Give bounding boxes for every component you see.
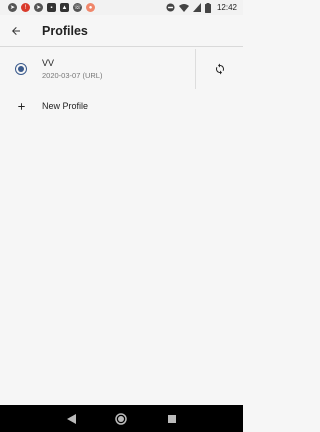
status-clock: 12:42	[216, 3, 237, 12]
profile-subtitle: 2020-03-07 (URL)	[42, 71, 103, 80]
plus-icon-wrap	[0, 92, 42, 120]
square-app-icon: ▪	[47, 3, 56, 12]
status-bar: ➤ ! ➤ ▪ ▲ ☏ ● 12:42	[0, 0, 243, 15]
radio-selected-icon	[15, 63, 27, 75]
refresh-profile-button[interactable]	[196, 48, 243, 90]
telegram-icon: ➤	[8, 3, 17, 12]
notification-icons: ➤ ! ➤ ▪ ▲ ☏ ●	[8, 3, 95, 12]
radio-dot	[18, 66, 24, 72]
red-notification-icon: !	[21, 3, 30, 12]
phone-icon: ☏	[73, 3, 82, 12]
nav-recents-button[interactable]	[162, 409, 182, 429]
arrow-back-icon	[12, 26, 20, 35]
page-title: Profiles	[42, 23, 88, 38]
system-icons: 12:42	[166, 2, 237, 13]
screen: ➤ ! ➤ ▪ ▲ ☏ ● 12:42 Profiles VV 2020-03-…	[0, 0, 243, 432]
profile-item[interactable]: VV 2020-03-07 (URL)	[0, 48, 243, 90]
dnd-icon	[166, 3, 175, 12]
recents-square-icon	[167, 414, 176, 423]
sync-icon	[215, 63, 224, 75]
nav-back-button[interactable]	[61, 409, 81, 429]
home-circle-icon	[115, 412, 128, 425]
plus-icon	[17, 102, 25, 110]
app-orange-icon: ●	[86, 3, 95, 12]
back-button[interactable]	[0, 15, 32, 47]
profile-radio[interactable]	[0, 48, 42, 90]
new-profile-label: New Profile	[42, 101, 89, 111]
app-bar: Profiles	[0, 15, 243, 47]
profile-name: VV	[42, 58, 55, 68]
wifi-icon	[178, 4, 189, 12]
new-profile-button[interactable]: New Profile	[0, 92, 243, 120]
battery-icon	[204, 2, 211, 13]
profile-text: VV 2020-03-07 (URL)	[42, 48, 195, 90]
navigation-bar	[0, 405, 243, 432]
signal-icon	[192, 3, 201, 12]
telegram-icon: ➤	[34, 3, 43, 12]
image-icon: ▲	[60, 3, 69, 12]
nav-home-button[interactable]	[111, 409, 131, 429]
back-triangle-icon	[66, 413, 76, 424]
